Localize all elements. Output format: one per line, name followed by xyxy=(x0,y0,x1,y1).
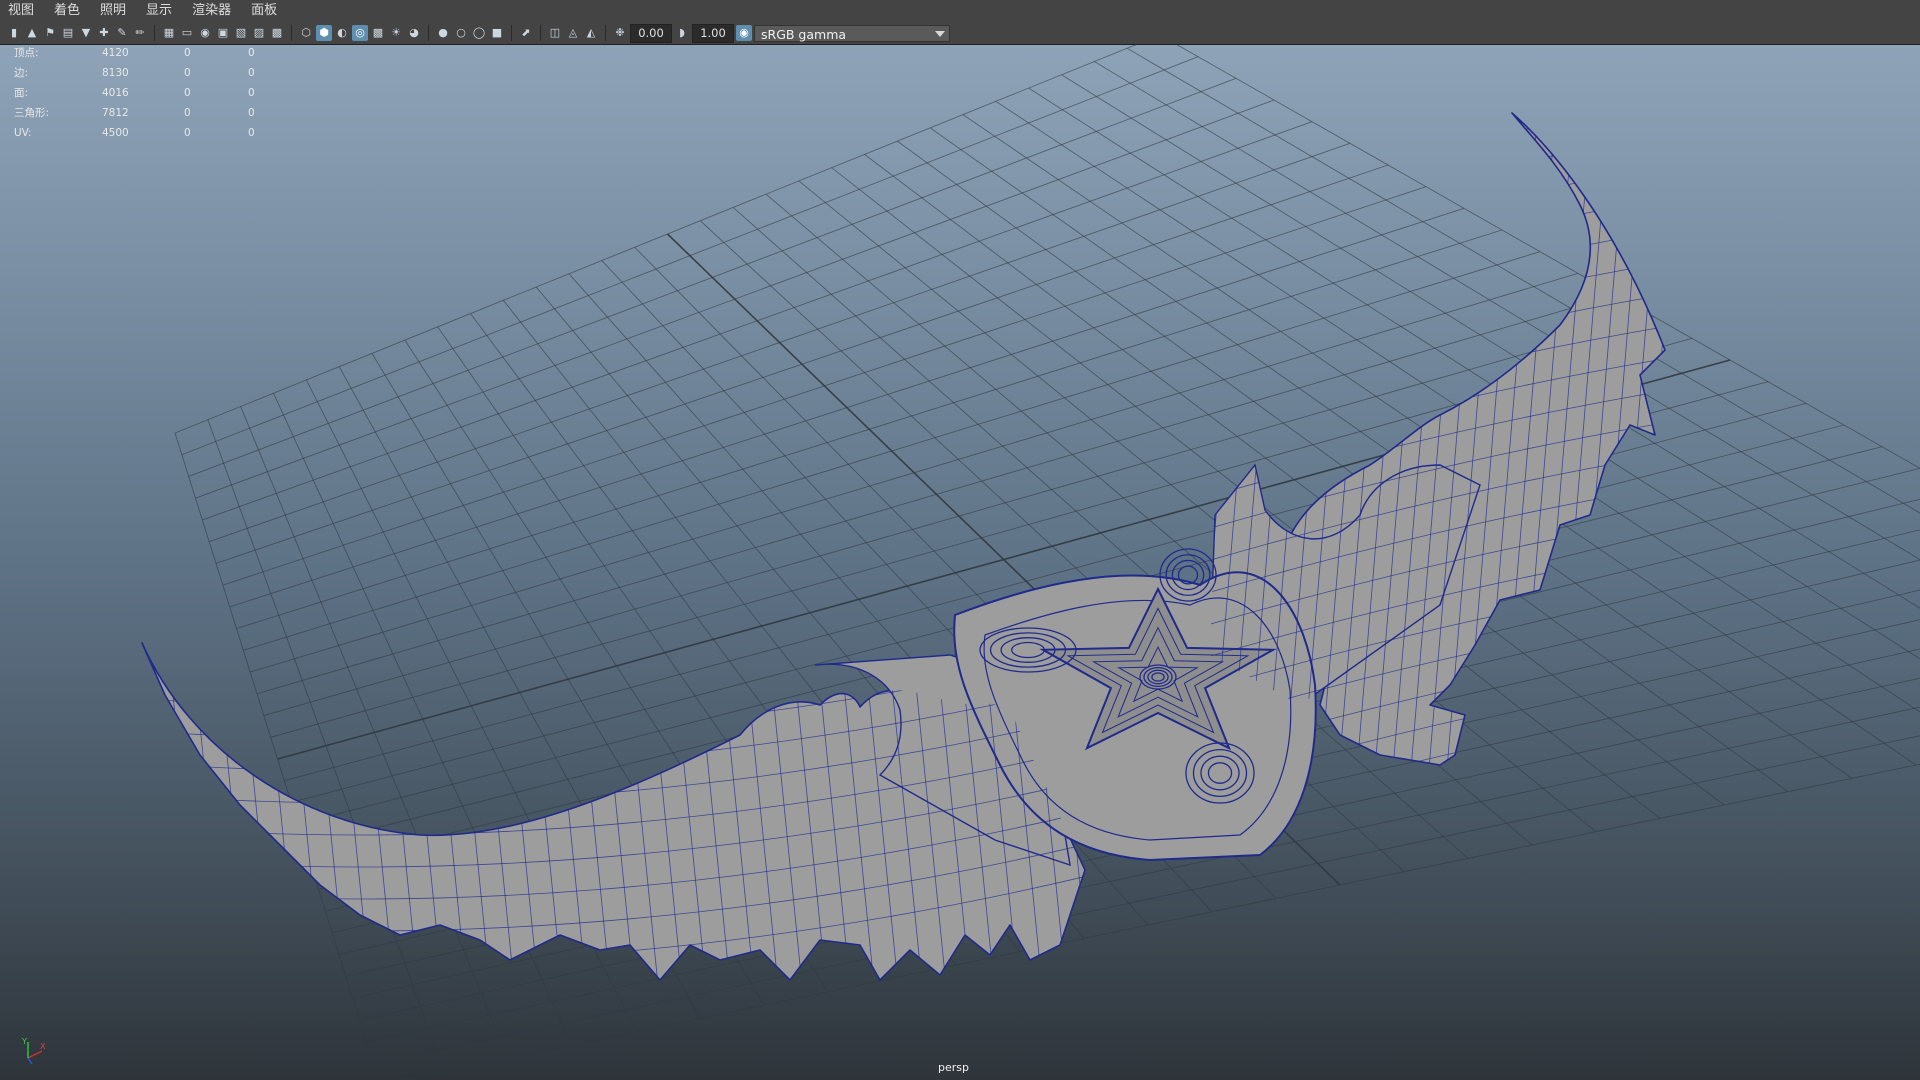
toolbar-divider xyxy=(540,25,541,41)
exposure-field[interactable]: 0.00 xyxy=(630,23,672,43)
menu-renderer[interactable]: 渲染器 xyxy=(182,0,241,22)
toolbar-divider xyxy=(154,25,155,41)
hud-value: 0 xyxy=(248,107,255,119)
menu-lighting[interactable]: 照明 xyxy=(90,0,136,22)
motion-blur-icon[interactable]: ○ xyxy=(453,25,469,41)
camera-name-label: persp xyxy=(938,1061,969,1074)
chevron-down-icon xyxy=(935,30,945,37)
view-transform-select[interactable]: sRGB gamma xyxy=(754,24,950,42)
hud-label: 边: xyxy=(14,67,29,79)
hud-row-vertices: 顶点: 4120 0 0 xyxy=(14,43,278,63)
viewport-scene xyxy=(120,45,1920,1080)
grid-icon[interactable]: ▦ xyxy=(161,25,177,41)
wire-edge xyxy=(1210,113,1665,218)
hud-value: 0 xyxy=(248,47,255,59)
shadows-icon[interactable]: ◕ xyxy=(406,25,422,41)
camera-select-icon[interactable]: ▮ xyxy=(6,25,22,41)
panel-menubar: 视图 着色 照明 显示 渲染器 面板 xyxy=(0,0,1920,23)
menu-shading[interactable]: 着色 xyxy=(44,0,90,22)
screen-space-ao-icon[interactable]: ● xyxy=(435,25,451,41)
gate-mask-icon[interactable]: ▣ xyxy=(215,25,231,41)
hud-label: UV: xyxy=(14,127,32,139)
wire-edge xyxy=(355,643,397,980)
pin-icon[interactable]: ▼ xyxy=(78,25,94,41)
hud-value: 0 xyxy=(184,107,191,119)
toolbar-divider xyxy=(291,25,292,41)
view-axis-icon: X Y xyxy=(21,1037,46,1065)
gamma-icon[interactable]: ◗ xyxy=(674,25,690,41)
xray-icon[interactable]: ◫ xyxy=(547,25,563,41)
hud-value: 0 xyxy=(248,87,255,99)
3d-viewport[interactable] xyxy=(0,45,1920,1080)
backface-culling-icon[interactable]: ◭ xyxy=(583,25,599,41)
toolbar-divider xyxy=(428,25,429,41)
hud-value: 0 xyxy=(184,127,191,139)
isolate-select-icon[interactable]: ⬈ xyxy=(518,25,534,41)
hud-label: 面: xyxy=(14,87,29,99)
safe-title-icon[interactable]: ▩ xyxy=(269,25,285,41)
wireframe-on-shaded-icon[interactable]: ◎ xyxy=(352,25,368,41)
wire-edge xyxy=(1641,113,1665,765)
hud-value: 0 xyxy=(248,67,255,79)
wire-edge xyxy=(331,643,373,980)
hud-value: 4016 xyxy=(102,87,129,99)
wire-edge xyxy=(1623,113,1665,765)
image-plane-icon[interactable]: ▤ xyxy=(60,25,76,41)
hud-value: 8130 xyxy=(102,67,129,79)
default-material-icon[interactable]: ◐ xyxy=(334,25,350,41)
gamma-field[interactable]: 1.00 xyxy=(692,23,734,43)
hud-label: 三角形: xyxy=(14,107,50,119)
weapon-mesh[interactable] xyxy=(120,65,1702,1005)
panel-toolbar: ▮ ▲ ⚑ ▤ ▼ ✚ ✎ ✏ ▦ ▭ ◉ ▣ ▧ ▨ ▩ ⬡ ⬢ ◐ ◎ ▩ … xyxy=(0,22,1920,45)
hud-row-edges: 边: 8130 0 0 xyxy=(14,63,278,83)
hud-label: 顶点: xyxy=(14,47,39,59)
menu-panels[interactable]: 面板 xyxy=(241,0,287,22)
film-gate-icon[interactable]: ▭ xyxy=(179,25,195,41)
depth-of-field-icon[interactable]: ■ xyxy=(489,25,505,41)
toolbar-divider xyxy=(605,25,606,41)
smooth-shade-icon[interactable]: ⬢ xyxy=(316,25,332,41)
hud-value: 0 xyxy=(184,67,191,79)
wire-edge xyxy=(403,643,445,980)
hud-value: 0 xyxy=(184,87,191,99)
wireframe-icon[interactable]: ⬡ xyxy=(298,25,314,41)
resolution-gate-icon[interactable]: ◉ xyxy=(197,25,213,41)
heads-up-display-poly-count: 顶点: 4120 0 0 边: 8130 0 0 面: 4016 0 0 三角形… xyxy=(14,43,278,143)
camera-attributes-icon[interactable]: ▲ xyxy=(24,25,40,41)
wire-edge xyxy=(307,643,349,980)
textured-icon[interactable]: ▩ xyxy=(370,25,386,41)
exposure-icon[interactable]: ❉ xyxy=(612,25,628,41)
view-transform-value: sRGB gamma xyxy=(761,26,847,42)
hud-row-uvs: UV: 4500 0 0 xyxy=(14,123,278,143)
wire-edge xyxy=(187,643,229,980)
safe-action-icon[interactable]: ▨ xyxy=(251,25,267,41)
hud-value: 4120 xyxy=(102,47,129,59)
menu-view[interactable]: 视图 xyxy=(0,0,44,22)
xray-joints-icon[interactable]: ◬ xyxy=(565,25,581,41)
grid-line xyxy=(174,45,1137,434)
wire-edge xyxy=(1210,128,1665,250)
hud-value: 0 xyxy=(248,127,255,139)
2d-pan-zoom-icon[interactable]: ✚ xyxy=(96,25,112,41)
hud-value: 7812 xyxy=(102,107,129,119)
field-chart-icon[interactable]: ▧ xyxy=(233,25,249,41)
color-management-icon[interactable]: ◉ xyxy=(736,25,752,41)
axis-y-label: Y xyxy=(21,1037,27,1046)
hud-value: 0 xyxy=(184,47,191,59)
axis-x-label: X xyxy=(40,1042,46,1051)
bookmark-icon[interactable]: ⚑ xyxy=(42,25,58,41)
wire-edge xyxy=(142,643,181,980)
toolbar-divider xyxy=(511,25,512,41)
wire-edge xyxy=(163,643,205,980)
wire-edge xyxy=(379,643,421,980)
pen-icon[interactable]: ✏ xyxy=(132,25,148,41)
hud-value: 4500 xyxy=(102,127,129,139)
grease-pencil-icon[interactable]: ✎ xyxy=(114,25,130,41)
hud-row-faces: 面: 4016 0 0 xyxy=(14,83,278,103)
lights-icon[interactable]: ☀ xyxy=(388,25,404,41)
menu-show[interactable]: 显示 xyxy=(136,0,182,22)
hud-row-triangles: 三角形: 7812 0 0 xyxy=(14,103,278,123)
anti-aliasing-icon[interactable]: ◯ xyxy=(471,25,487,41)
